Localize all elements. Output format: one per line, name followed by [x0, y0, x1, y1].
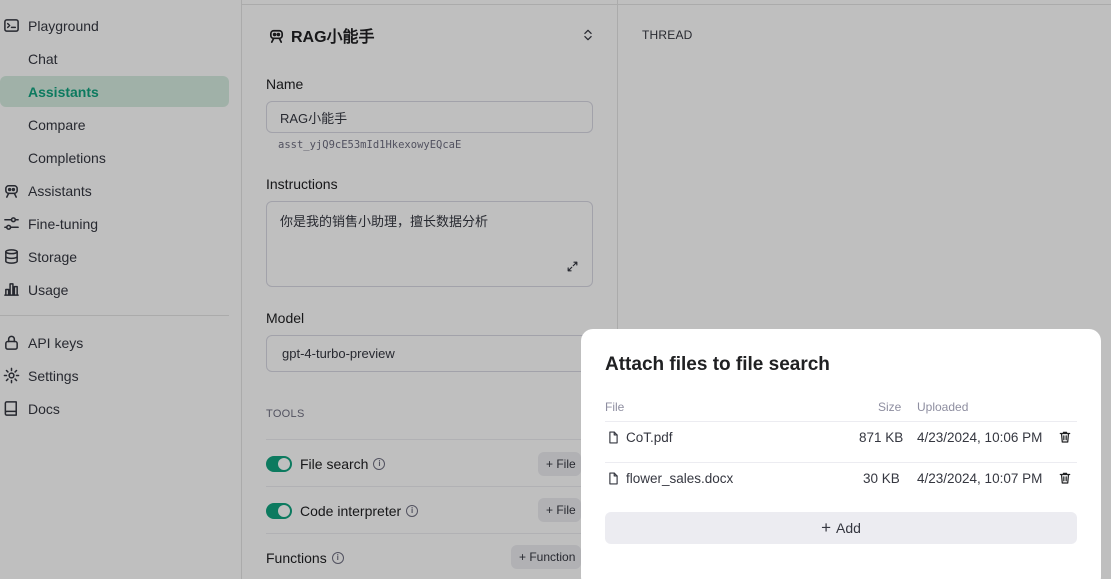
row-divider [605, 462, 1077, 463]
plus-icon: + [821, 518, 831, 537]
file-name-text: flower_sales.docx [626, 471, 734, 486]
column-header-size: Size [878, 400, 902, 414]
file-name: flower_sales.docx [607, 471, 733, 486]
file-name: CoT.pdf [607, 430, 673, 445]
add-file-button[interactable]: + Add [605, 512, 1077, 544]
column-header-file: File [605, 400, 625, 414]
trash-icon[interactable] [1058, 429, 1072, 445]
modal-title: Attach files to file search [605, 354, 830, 375]
file-uploaded: 4/23/2024, 10:06 PM [917, 430, 1043, 445]
file-icon [607, 471, 620, 486]
file-uploaded: 4/23/2024, 10:07 PM [917, 471, 1043, 486]
file-size: 871 KB [859, 430, 904, 445]
file-size: 30 KB [863, 471, 900, 486]
attach-files-modal: Attach files to file search File Size Up… [581, 329, 1101, 579]
add-file-button-label: Add [836, 520, 861, 536]
file-icon [607, 430, 620, 445]
file-name-text: CoT.pdf [626, 430, 673, 445]
column-header-uploaded: Uploaded [917, 400, 969, 414]
header-divider [605, 421, 1077, 422]
trash-icon[interactable] [1058, 470, 1072, 486]
